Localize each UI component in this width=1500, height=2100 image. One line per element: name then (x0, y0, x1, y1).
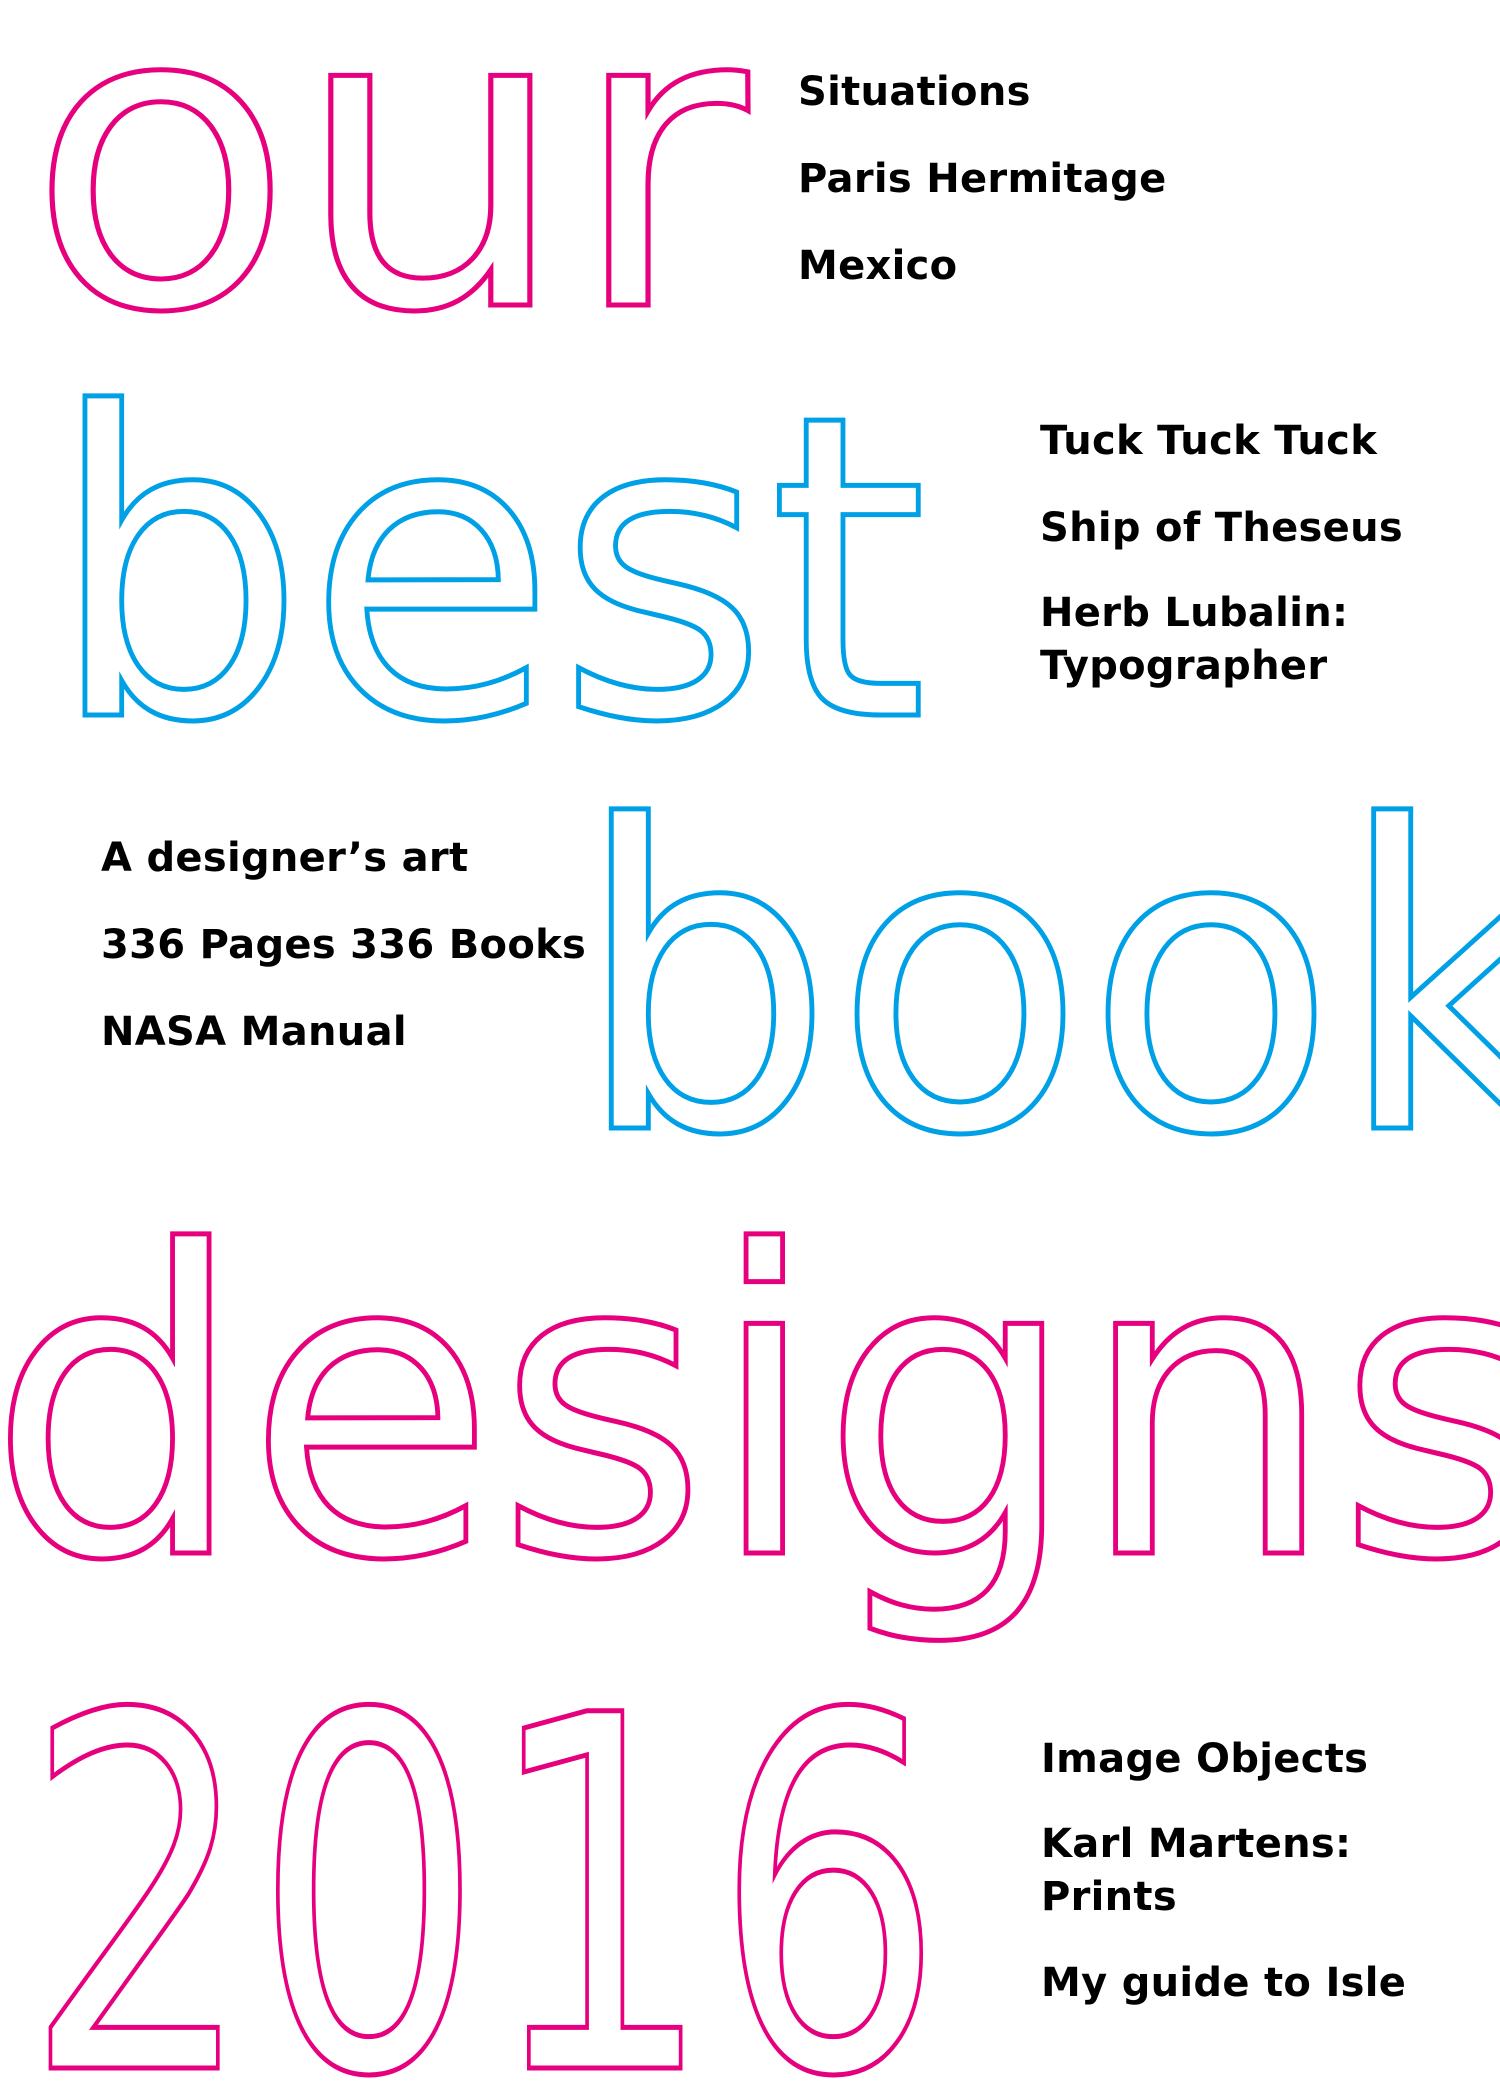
book-title: Paris Hermitage (798, 156, 1167, 202)
book-title-list-middle-left: A designer’s art 336 Pages 336 Books NAS… (101, 830, 586, 1091)
poster: our best book designs 2016 Situations Pa… (0, 0, 1500, 2100)
headline-word-2016: 2016 (24, 1613, 944, 2100)
book-title: My guide to Isle (1041, 1960, 1407, 2006)
headline-word-book: book (574, 739, 1500, 1228)
book-title: NASA Manual (101, 1009, 407, 1055)
book-title: 336 Pages 336 Books (101, 922, 587, 968)
book-title: Image Objects (1041, 1736, 1369, 1782)
book-title: A designer’s art (101, 835, 469, 881)
book-title: Herb Lubalin: Typographer (1040, 590, 1349, 689)
book-title: Ship of Theseus (1040, 505, 1403, 551)
book-title-list-top-right: Situations Paris Hermitage Mexico (798, 64, 1167, 325)
book-title: Situations (798, 69, 1031, 115)
book-title: Mexico (798, 243, 958, 289)
book-title: Tuck Tuck Tuck (1040, 418, 1378, 464)
book-title-list-upper-right: Tuck Tuck Tuck Ship of Theseus Herb Luba… (1040, 413, 1403, 724)
book-title-list-bottom-right: Image Objects Karl Martens: Prints My gu… (1041, 1731, 1406, 2042)
headline-word-designs: designs (0, 1164, 1500, 1653)
book-title: Karl Martens: Prints (1041, 1821, 1352, 1920)
